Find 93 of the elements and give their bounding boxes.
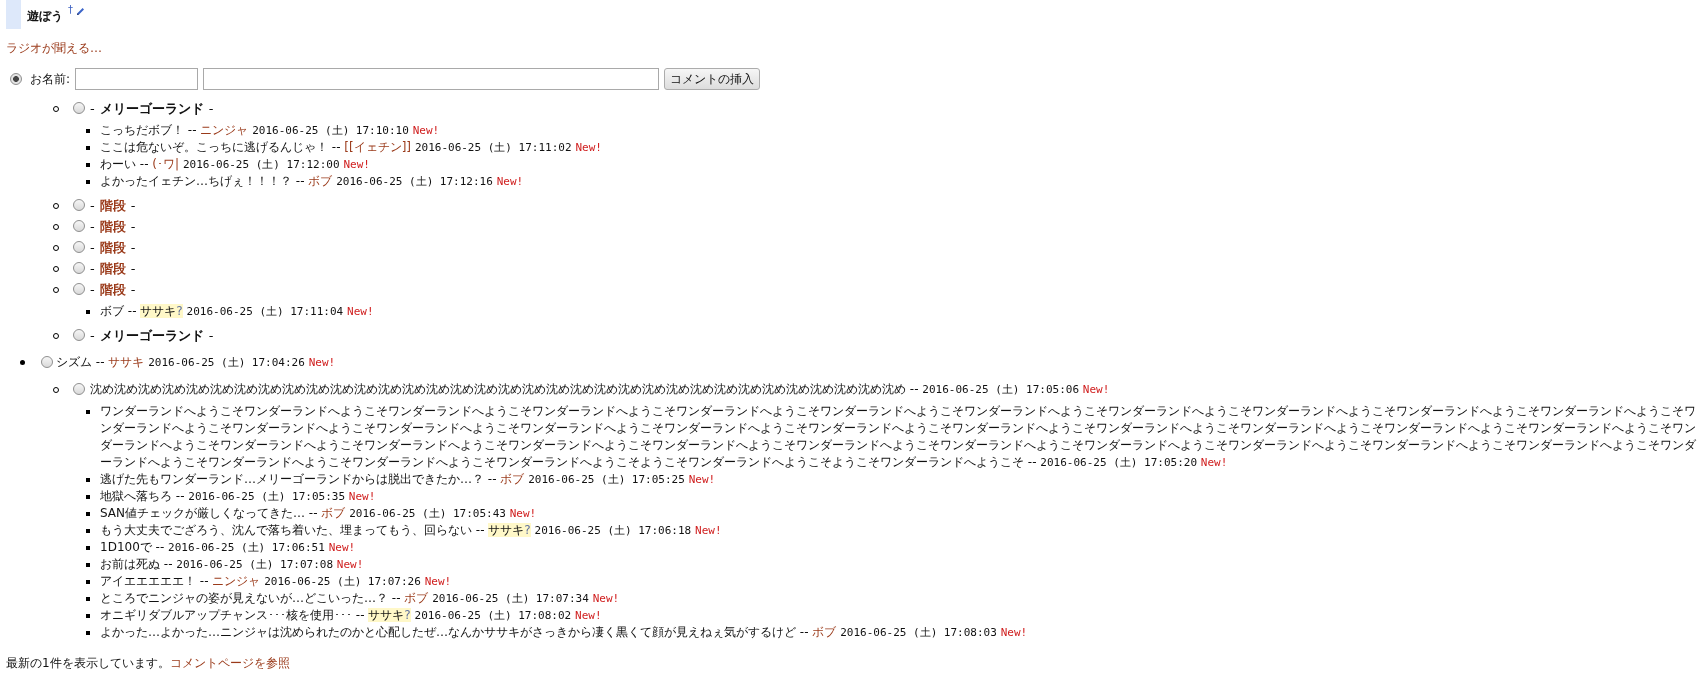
dash-text: - xyxy=(90,281,95,299)
pencil-icon[interactable] xyxy=(76,7,85,16)
comment-entry: 地獄へ落ちろ -- 2016-06-25 (土) 17:05:35 New! xyxy=(100,489,376,503)
topic-title: メリーゴーランド xyxy=(99,327,204,345)
comment-entry: シズム -- ササキ 2016-06-25 (土) 17:04:26 New! xyxy=(56,355,336,369)
author-link[interactable]: (･ワ| xyxy=(152,157,180,171)
radio-button[interactable] xyxy=(73,383,85,395)
comment-entry: 逃げた先もワンダーランド…メリーゴーランドからは脱出できたか…？ -- ボブ 2016-06-25 (土) 17:05:25 New! xyxy=(100,472,716,486)
radio-button[interactable] xyxy=(73,220,85,232)
create-page-link[interactable]: ? xyxy=(404,608,411,622)
dash-text: - xyxy=(208,327,214,345)
square-bullet-icon xyxy=(86,597,90,601)
square-bullet-icon xyxy=(86,478,90,482)
topic-link[interactable]: 階段 xyxy=(99,195,126,216)
dash-text: - xyxy=(130,260,136,278)
square-bullet-icon xyxy=(86,631,90,635)
comment-entry: よかった…よかった…ニンジャは沈められたのかと心配したぜ…なんかササキがさっきから凄く黒くて顔が見えねぇ気がするけど -- ボブ 2016-06-25 (土) 17:08:03 New! xyxy=(100,625,1028,639)
topic-title: メリーゴーランド xyxy=(99,100,204,118)
square-bullet-icon xyxy=(86,529,90,533)
dash-text: - xyxy=(208,100,214,118)
status-text: 最新の1件を表示しています。 xyxy=(6,656,170,670)
dash-text: - xyxy=(130,218,136,236)
square-bullet-icon xyxy=(86,310,90,314)
topic-link[interactable]: 階段 xyxy=(99,258,126,279)
radio-button[interactable] xyxy=(73,241,85,253)
comment-entry: ボブ -- ササキ? 2016-06-25 (土) 17:11:04 New! xyxy=(100,304,374,318)
dash-text: - xyxy=(90,197,95,215)
dash-text: - xyxy=(90,100,95,118)
dash-text: - xyxy=(130,197,136,215)
square-bullet-icon xyxy=(86,129,90,133)
missing-page-name: ササキ xyxy=(488,523,525,537)
comment-entry: ところでニンジャの姿が見えないが…どこいった…？ -- ボブ 2016-06-25 (土) 17:07:34 New! xyxy=(100,591,620,605)
comment-entry: ここは危ないぞ。こっちに逃げるんじゃ！ -- [[イェチン]] 2016-06-25 (土) 17:11:02 New! xyxy=(100,140,602,154)
square-bullet-icon xyxy=(86,146,90,150)
author-link[interactable]: ササキ xyxy=(108,355,145,369)
square-bullet-icon xyxy=(86,410,90,414)
dash-text: - xyxy=(90,260,95,278)
missing-page-name: ササキ xyxy=(368,608,405,622)
author-link[interactable]: ボブ xyxy=(812,625,837,639)
dash-text: - xyxy=(90,239,95,257)
comment-entry: ワンダーランドへようこそワンダーランドへようこそワンダーランドへようこそワンダーランドへようこそワンダーランドへようこそワンダーランドへようこそワンダーランドへようこそワンダーランドへようこそワンダーランドへようこそワンダーランドへようこそワンダーランドへようこそワンダーランドへようこそワンダーランドへようこそワンダーランドへようこそワンダーランドへようこそワンダーランドへようこそワンダーランドへようこそワンダーランドへようこそワンダーランドへようこそワンダーランドへようこそワンダーランドへようこそワンダーランドへようこそワンダーランドへようこそワンダーランドへようこそワンダーランドへようこそワンダーランドへようこそワンダーランドへようこそワンダーランドへようこそワンダーランドへようこそワンダーランドへようこそワンダーランドへようこそワンダーランドへようこそワンダーランドへようこそワンダーランドへようこそワンダーランドへようこそワンダーランドへようこそワンダーランドへようこそようこそワンダーランドへようこそようこそワンダーランドへようこそ -- 2016-06-25 (土) 17:05:20 New! xyxy=(100,404,1696,469)
comment-field[interactable] xyxy=(203,68,660,90)
topic-link[interactable]: 階段 xyxy=(99,216,126,237)
comment-page-link[interactable]: コメントページを参照 xyxy=(169,656,290,670)
comment-entry: わーい -- (･ワ| 2016-06-25 (土) 17:12:00 New! xyxy=(100,157,370,171)
dash-text: - xyxy=(130,239,136,257)
dash-text: - xyxy=(90,327,95,345)
author-link[interactable]: ボブ xyxy=(404,591,429,605)
dash-text: - xyxy=(130,281,136,299)
author-link[interactable]: ニンジャ xyxy=(200,123,249,137)
comment-entry: 沈め沈め沈め沈め沈め沈め沈め沈め沈め沈め沈め沈め沈め沈め沈め沈め沈め沈め沈め沈め沈め沈め沈め沈め沈め沈め沈め沈め沈め沈め沈め沈め沈め沈め -- 2016-06-25 (土) 17:05:06 New! xyxy=(90,382,1110,396)
section-title: 遊ぼう xyxy=(27,9,63,24)
square-bullet-icon xyxy=(86,546,90,550)
author-link[interactable]: ボブ xyxy=(321,506,346,520)
disc-bullet-icon xyxy=(20,360,25,365)
square-bullet-icon xyxy=(86,163,90,167)
create-page-link[interactable]: ? xyxy=(524,523,531,537)
name-field[interactable] xyxy=(75,68,199,90)
radio-button[interactable] xyxy=(73,102,85,114)
comment-entry: 1D100で -- 2016-06-25 (土) 17:06:51 New! xyxy=(100,540,356,554)
square-bullet-icon xyxy=(86,580,90,584)
author-link[interactable]: [[イェチン]] xyxy=(344,140,412,154)
square-bullet-icon xyxy=(86,563,90,567)
anchor-link[interactable]: † xyxy=(68,5,73,15)
comment-entry: アイエエエエエ！ -- ニンジャ 2016-06-25 (土) 17:07:26 New! xyxy=(100,574,452,588)
author-link[interactable]: ボブ xyxy=(500,472,525,486)
radio-button[interactable] xyxy=(73,329,85,341)
dash-text: - xyxy=(90,218,95,236)
topic-link[interactable]: 階段 xyxy=(99,237,126,258)
radio-button[interactable] xyxy=(10,73,22,85)
square-bullet-icon xyxy=(86,512,90,516)
author-link[interactable]: ニンジャ xyxy=(212,574,261,588)
radio-button[interactable] xyxy=(73,199,85,211)
name-label: お名前: xyxy=(30,70,71,88)
comment-entry: よかったイェチン…ちげぇ！！！？ -- ボブ 2016-06-25 (土) 17:12:16 New! xyxy=(100,174,524,188)
comment-entry: オニギリダブルアップチャンス･･･核を使用･･･ -- ササキ? 2016-06-25 (土) 17:08:02 New! xyxy=(100,608,602,622)
square-bullet-icon xyxy=(86,614,90,618)
insert-comment-button[interactable]: コメントの挿入 xyxy=(664,68,761,90)
page-link[interactable]: ラジオが聞える… xyxy=(6,40,102,57)
square-bullet-icon xyxy=(86,180,90,184)
radio-button[interactable] xyxy=(73,262,85,274)
topic-link[interactable]: 階段 xyxy=(99,279,126,300)
square-bullet-icon xyxy=(86,495,90,499)
comment-entry: もう大丈夫でござろう、沈んで落ち着いた、埋まってもう、回らない -- ササキ? 2016-06-25 (土) 17:06:18 New! xyxy=(100,523,722,537)
radio-button[interactable] xyxy=(73,283,85,295)
comment-entry: こっちだボブ！ -- ニンジャ 2016-06-25 (土) 17:10:10 New! xyxy=(100,123,440,137)
author-link[interactable]: ボブ xyxy=(308,174,333,188)
comment-entry: SAN値チェックが厳しくなってきた… -- ボブ 2016-06-25 (土) 17:05:43 New! xyxy=(100,506,537,520)
missing-page-name: ササキ xyxy=(140,304,177,318)
create-page-link[interactable]: ? xyxy=(176,304,183,318)
heading-marker xyxy=(6,0,21,29)
comment-entry: お前は死ぬ -- 2016-06-25 (土) 17:07:08 New! xyxy=(100,557,364,571)
radio-button[interactable] xyxy=(41,356,53,368)
